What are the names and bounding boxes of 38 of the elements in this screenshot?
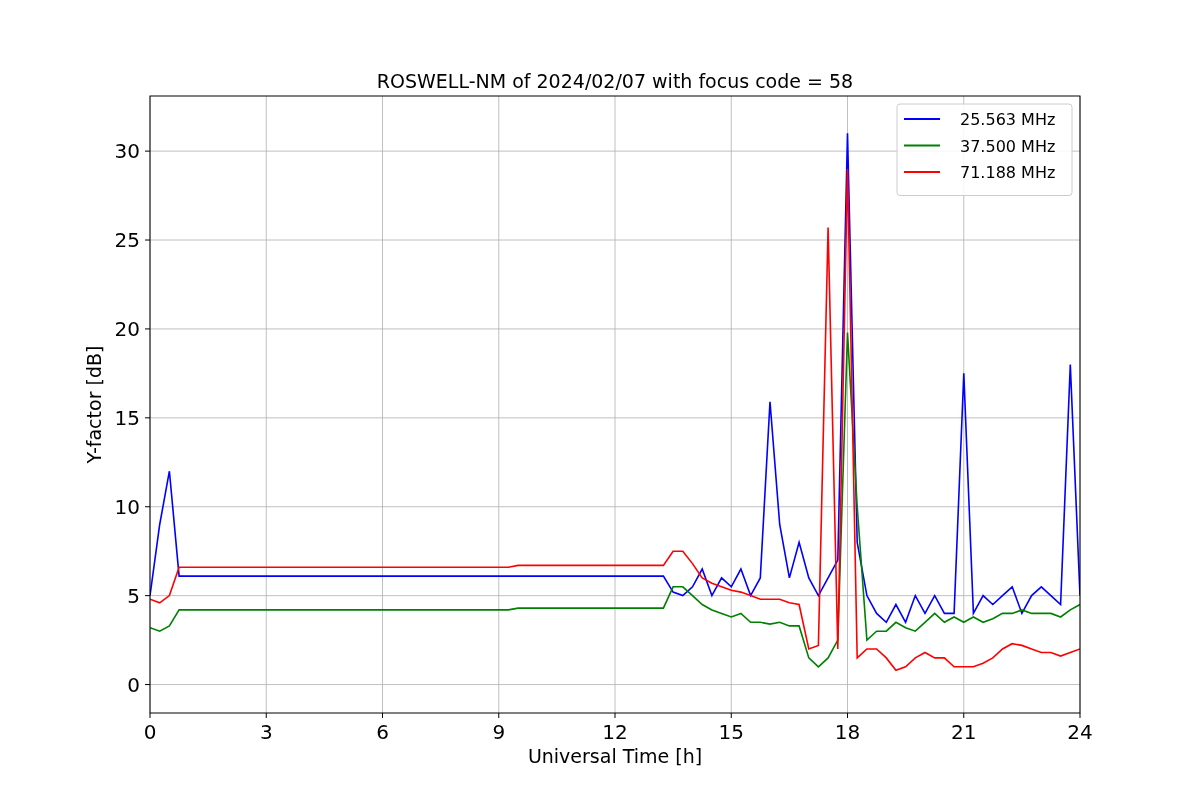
tick-mark xyxy=(144,417,151,419)
tick-mark xyxy=(144,150,151,152)
chart-title: ROSWELL-NM of 2024/02/07 with focus code = 58 xyxy=(376,70,854,92)
tick-label: 5 xyxy=(127,583,140,608)
tick-label: 30 xyxy=(114,139,140,164)
tick-label: 10 xyxy=(114,494,140,519)
tick-label: 20 xyxy=(114,316,140,341)
tick-label: 0 xyxy=(127,672,140,697)
tick-label: 12 xyxy=(602,720,628,744)
tick-label: 3 xyxy=(259,720,273,744)
tick-mark xyxy=(144,595,151,597)
tick-mark xyxy=(149,712,151,719)
legend-label: 37.500 MHz xyxy=(960,136,1056,156)
tick-label: 9 xyxy=(492,720,506,744)
legend-label: 71.188 MHz xyxy=(960,163,1056,182)
tick-label: 15 xyxy=(718,720,744,744)
tick-mark xyxy=(144,239,151,241)
tick-mark xyxy=(144,684,151,686)
tick-label: 21 xyxy=(951,720,977,744)
tick-mark xyxy=(144,506,151,508)
tick-label: 24 xyxy=(1067,720,1093,744)
tick-mark xyxy=(144,328,151,330)
tick-mark xyxy=(498,712,500,719)
tick-label: 6 xyxy=(376,720,389,744)
tick-label: 25 xyxy=(114,228,140,253)
tick-mark xyxy=(265,712,267,719)
x-axis-label: Universal Time [h] xyxy=(527,745,703,767)
tick-mark xyxy=(1079,712,1081,719)
legend-label: 25.563 MHz xyxy=(960,110,1056,129)
tick-label: 18 xyxy=(834,720,861,744)
tick-label: 0 xyxy=(143,720,157,744)
tick-label: 15 xyxy=(114,405,140,430)
tick-mark xyxy=(847,712,848,719)
y-axis-label: Y-factor [dB] xyxy=(83,345,105,464)
tick-mark xyxy=(614,712,616,719)
tick-mark xyxy=(730,712,732,719)
tick-mark xyxy=(382,712,383,719)
tick-mark xyxy=(963,712,965,719)
